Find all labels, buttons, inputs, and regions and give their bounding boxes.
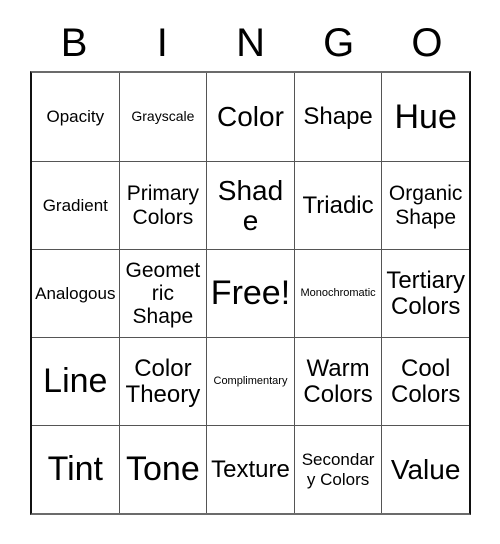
bingo-cell[interactable]: Texture bbox=[206, 426, 294, 513]
bingo-cell[interactable]: Shade bbox=[206, 162, 294, 249]
bingo-cell[interactable]: Secondary Colors bbox=[293, 426, 382, 513]
bingo-cell-label: Geometric Shape bbox=[125, 258, 201, 329]
bingo-row: Opacity Grayscale Color Shape Hue bbox=[32, 73, 469, 161]
bingo-cell-label: Gradient bbox=[42, 195, 108, 215]
bingo-cell[interactable]: Primary Colors bbox=[118, 162, 207, 249]
bingo-row: Gradient Primary Colors Shade Triadic Or… bbox=[32, 161, 469, 249]
bingo-cell[interactable]: Shape bbox=[293, 73, 382, 161]
bingo-cell[interactable]: Gradient bbox=[32, 162, 119, 249]
bingo-cell-label: Tertiary Colors bbox=[386, 266, 466, 320]
bingo-cell[interactable]: Analogous bbox=[32, 250, 119, 337]
bingo-cell[interactable]: Color Theory bbox=[118, 338, 207, 425]
bingo-cell[interactable]: Line bbox=[32, 338, 119, 425]
header-letter-i: I bbox=[156, 20, 168, 65]
bingo-row: Analogous Geometric Shape Free! Monochro… bbox=[32, 249, 469, 337]
bingo-free-cell[interactable]: Free! bbox=[206, 250, 294, 337]
bingo-cell[interactable]: Monochromatic bbox=[293, 250, 382, 337]
bingo-cell[interactable]: Complimentary bbox=[206, 338, 294, 425]
bingo-cell[interactable]: Grayscale bbox=[118, 73, 207, 161]
bingo-header: B I N G O bbox=[30, 14, 471, 71]
bingo-cell[interactable]: Triadic bbox=[293, 162, 382, 249]
bingo-cell-label: Tint bbox=[47, 450, 103, 489]
bingo-cell-label: Analogous bbox=[35, 283, 116, 303]
bingo-cell-label: Shape bbox=[303, 103, 373, 131]
bingo-cell-label: Secondary Colors bbox=[301, 450, 375, 489]
header-letter-b: B bbox=[60, 20, 88, 65]
bingo-card: B I N G O Opacity Grayscale Color Shape … bbox=[30, 14, 471, 515]
header-letter-n: N bbox=[236, 20, 265, 65]
bingo-cell-label: Value bbox=[390, 453, 461, 485]
bingo-cell-label: Grayscale bbox=[131, 108, 195, 125]
bingo-row: Line Color Theory Complimentary Warm Col… bbox=[32, 337, 469, 425]
bingo-cell-label: Cool Colors bbox=[390, 354, 461, 408]
bingo-cell-label: Texture bbox=[211, 455, 290, 483]
header-letter-g: G bbox=[323, 20, 355, 65]
bingo-cell[interactable]: Tertiary Colors bbox=[381, 250, 469, 337]
bingo-cell[interactable]: Value bbox=[381, 426, 469, 513]
bingo-grid: Opacity Grayscale Color Shape Hue Gradie… bbox=[30, 71, 471, 515]
bingo-cell[interactable]: Tone bbox=[118, 426, 207, 513]
bingo-cell-label: Primary Colors bbox=[126, 182, 200, 229]
bingo-cell[interactable]: Tint bbox=[32, 426, 119, 513]
bingo-cell-label: Organic Shape bbox=[388, 182, 463, 229]
bingo-cell-label: Warm Colors bbox=[303, 354, 373, 408]
bingo-cell-label: Complimentary bbox=[213, 375, 288, 388]
bingo-cell-label: Tone bbox=[126, 450, 200, 489]
bingo-cell[interactable]: Geometric Shape bbox=[118, 250, 207, 337]
bingo-cell-label: Color Theory bbox=[125, 354, 201, 408]
bingo-cell[interactable]: Color bbox=[206, 73, 294, 161]
bingo-cell[interactable]: Organic Shape bbox=[381, 162, 469, 249]
bingo-cell[interactable]: Hue bbox=[381, 73, 469, 161]
bingo-cell[interactable]: Cool Colors bbox=[381, 338, 469, 425]
bingo-cell-label: Monochromatic bbox=[300, 287, 376, 300]
bingo-cell[interactable]: Warm Colors bbox=[293, 338, 382, 425]
bingo-cell[interactable]: Opacity bbox=[32, 73, 119, 161]
bingo-free-label: Free! bbox=[210, 274, 291, 313]
bingo-row: Tint Tone Texture Secondary Colors Value bbox=[32, 425, 469, 513]
bingo-cell-label: Shade bbox=[217, 175, 284, 236]
bingo-cell-label: Triadic bbox=[302, 191, 374, 219]
bingo-cell-label: Color bbox=[217, 101, 284, 133]
header-letter-o: O bbox=[411, 20, 443, 65]
bingo-cell-label: Opacity bbox=[46, 107, 105, 127]
bingo-cell-label: Line bbox=[43, 362, 108, 401]
bingo-cell-label: Hue bbox=[394, 97, 457, 136]
